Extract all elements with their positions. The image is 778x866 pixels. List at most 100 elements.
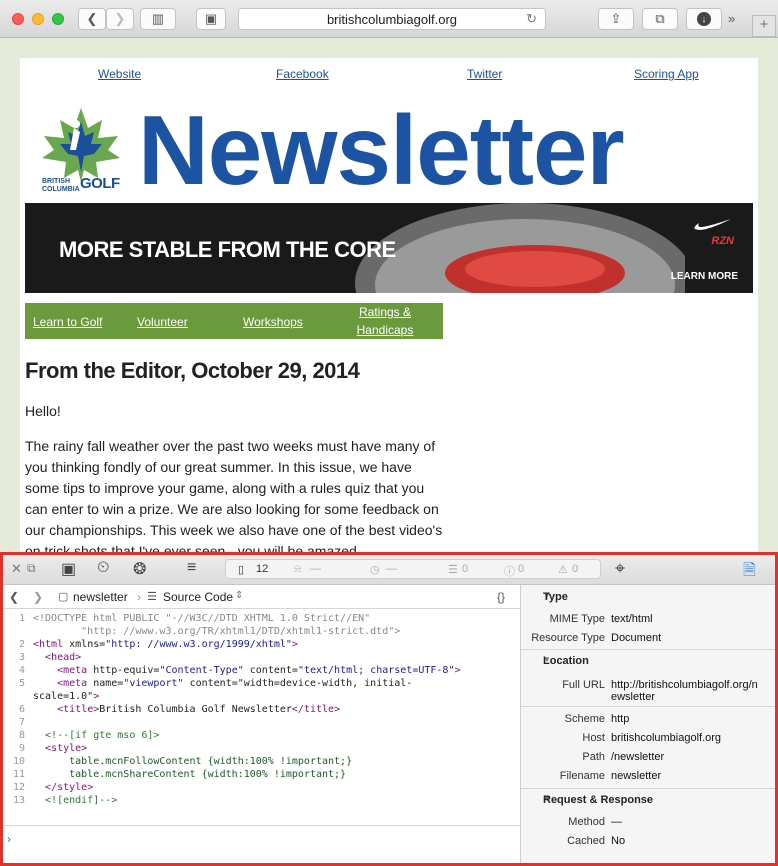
tabs-icon: ⧉	[655, 11, 665, 26]
share-button[interactable]: ⇪	[598, 8, 634, 30]
link-facebook[interactable]: Facebook	[276, 67, 329, 81]
nav-workshops[interactable]: Workshops	[243, 313, 303, 331]
section-location[interactable]: ▼ Location	[521, 651, 775, 671]
elements-tab-icon[interactable]: ▣	[61, 559, 76, 579]
code-line: <!DOCTYPE html PUBLIC "-//W3C//DTD XHTML…	[33, 613, 371, 624]
size-dash: —	[310, 563, 321, 575]
section-type-heading: Type	[543, 591, 568, 603]
resource-details-sidebar: ▼ Type MIME Type text/html Resource Type …	[520, 585, 775, 863]
breadcrumb: ❮ ❯ ▢ newsletter › ☰ Source Code ⇕ {}	[3, 585, 520, 609]
cached-value: No	[611, 835, 626, 847]
divider	[521, 788, 775, 789]
console-tab-icon[interactable]: ≡	[187, 559, 196, 577]
code-line: table.mcnShareContent {width:100% !impor…	[33, 769, 347, 780]
tabs-button[interactable]: ⧉	[642, 8, 678, 30]
chevron-right-icon[interactable]: ❯	[33, 590, 43, 604]
back-button[interactable]: ❮	[78, 8, 106, 30]
browser-toolbar: ❮ ❯ ▥ ▣ britishcolumbiagolf.org ↻ ⇪ ⧉ ↓ …	[0, 0, 778, 38]
breadcrumb-resource[interactable]: newsletter	[73, 590, 128, 604]
reload-icon[interactable]: ↻	[526, 11, 537, 27]
bell-icon: ⍾	[294, 563, 302, 575]
newsletter-page: Website Facebook Twitter Scoring App BRI…	[20, 58, 758, 552]
line-number: 11	[12, 769, 25, 780]
full-url-label: Full URL	[562, 679, 605, 691]
nav-learn-to-golf[interactable]: Learn to Golf	[33, 313, 102, 331]
close-inspector-icon[interactable]: ✕	[11, 561, 22, 577]
overflow-chevron-icon[interactable]: »	[728, 11, 735, 26]
divider	[521, 706, 775, 707]
square-icon: ▣	[204, 11, 218, 26]
source-code[interactable]: 1 <!DOCTYPE html PUBLIC "-//W3C//DTD XHTM…	[3, 610, 520, 830]
ad-banner[interactable]: MORE STABLE FROM THE CORE RZN LEARN MORE	[25, 203, 753, 293]
sidebar-button[interactable]: ▥	[140, 8, 176, 30]
debugger-tab-icon[interactable]: ❂	[133, 559, 146, 579]
warning-count: 0	[572, 563, 579, 575]
link-website[interactable]: Website	[98, 67, 141, 81]
activity-summary[interactable]: ▯ 12 ⍾ — ◷ — ☰ 0 ⓘ 0 ⚠ 0	[225, 559, 601, 579]
timeline-tab-icon[interactable]: ⏲	[97, 559, 109, 577]
resource-type-label: Resource Type	[531, 632, 605, 644]
reader-button[interactable]: ▣	[196, 8, 226, 30]
warning-icon: ⚠	[558, 564, 568, 576]
code-line: <head>	[45, 652, 82, 663]
logo-golf-text: GOLF	[80, 175, 120, 192]
method-value: —	[611, 816, 622, 828]
zoom-window-button[interactable]	[52, 13, 64, 25]
breadcrumb-mode[interactable]: Source Code	[163, 590, 233, 604]
banner-learn-more[interactable]: LEARN MORE	[671, 271, 738, 282]
line-number: 9	[18, 743, 25, 754]
resource-details-icon[interactable]: 🗎	[743, 559, 756, 586]
path-label: Path	[582, 751, 605, 763]
console-prompt[interactable]: ›	[3, 825, 520, 863]
chevron-right-icon: ❯	[114, 11, 126, 26]
web-inspector: ✕ ⧉ ▣ ⏲ ❂ ≡ ▯ 12 ⍾ — ◷ — ☰ 0 ⓘ 0 ⚠ 0 ⌖ 🗎…	[0, 552, 778, 866]
chevron-left-icon[interactable]: ❮	[9, 590, 19, 604]
minimize-window-button[interactable]	[32, 13, 44, 25]
line-number: 2	[18, 639, 25, 650]
logo-caption-line2: COLUMBIA	[42, 186, 80, 193]
nav-ratings-handicaps[interactable]: Ratings & Handicaps	[355, 303, 415, 339]
dock-icon[interactable]: ⧉	[27, 561, 36, 576]
mime-value: text/html	[611, 613, 653, 625]
clock-icon: ◷	[370, 564, 380, 576]
code-line: "http: //www.w3.org/TR/xhtml1/DTD/xhtml1…	[33, 626, 401, 637]
address-bar[interactable]: britishcolumbiagolf.org ↻	[238, 8, 546, 30]
inspector-toolbar: ✕ ⧉ ▣ ⏲ ❂ ≡ ▯ 12 ⍾ — ◷ — ☰ 0 ⓘ 0 ⚠ 0 ⌖ 🗎	[3, 555, 775, 585]
new-tab-button[interactable]: +	[752, 15, 776, 37]
nav-volunteer[interactable]: Volunteer	[137, 313, 188, 331]
scheme-value: http	[611, 713, 630, 725]
resources-icon: ▯	[238, 564, 245, 576]
divider	[521, 649, 775, 650]
resource-type-value: Document	[611, 632, 662, 644]
downloads-button[interactable]: ↓	[686, 8, 722, 30]
close-window-button[interactable]	[12, 13, 24, 25]
crosshair-icon[interactable]: ⌖	[615, 558, 625, 579]
line-number: 10	[12, 756, 25, 767]
file-icon: ▢	[58, 591, 69, 603]
nav-bar: Learn to Golf Volunteer Workshops Rating…	[25, 303, 443, 339]
code-line: <!--[if gte mso 6]>	[33, 730, 160, 741]
cached-label: Cached	[567, 835, 605, 847]
url-text: britishcolumbiagolf.org	[326, 11, 458, 27]
line-number: 4	[18, 665, 25, 676]
chevron-updown-icon[interactable]: ⇕	[235, 590, 243, 601]
link-scoring-app[interactable]: Scoring App	[634, 67, 699, 81]
host-label: Host	[582, 732, 605, 744]
section-type[interactable]: ▼ Type	[521, 587, 775, 607]
section-location-heading: Location	[543, 655, 589, 667]
article-title: From the Editor, October 29, 2014	[25, 358, 360, 383]
code-line: scale=1.0">	[33, 691, 100, 702]
host-value: britishcolumbiagolf.org	[611, 732, 722, 744]
code-line: table.mcnFollowContent {width:100% !impo…	[33, 756, 353, 767]
format-braces-button[interactable]: {}	[497, 590, 505, 604]
masthead-title: Newsletter	[138, 95, 625, 205]
sidebar-icon: ▥	[151, 11, 165, 26]
filename-value: newsletter	[611, 770, 662, 782]
error-count: 0	[518, 563, 525, 575]
forward-button[interactable]: ❯	[106, 8, 134, 30]
line-number: 12	[12, 782, 25, 793]
link-twitter[interactable]: Twitter	[467, 67, 502, 81]
line-number: 6	[18, 704, 25, 715]
log-count: 0	[462, 563, 469, 575]
section-request-response[interactable]: ▼ Request & Response	[521, 790, 775, 810]
